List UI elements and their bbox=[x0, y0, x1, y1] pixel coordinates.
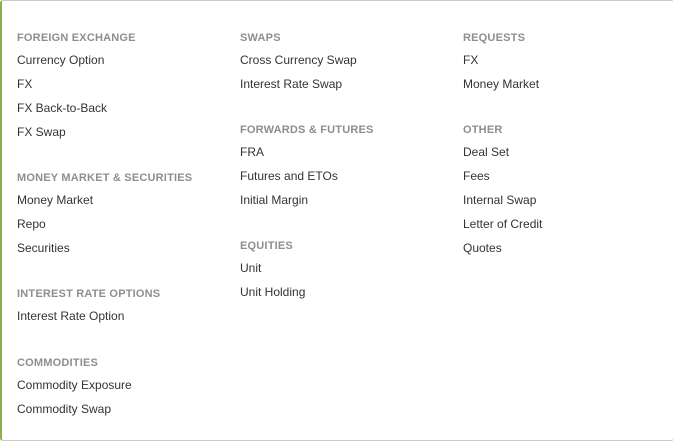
section-heading-commodities: COMMODITIES bbox=[17, 357, 99, 369]
section-heading-other: OTHER bbox=[463, 124, 503, 136]
menu-item-futures-and-etos[interactable]: Futures and ETOs bbox=[240, 169, 374, 183]
menu-item-cross-currency-swap[interactable]: Cross Currency Swap bbox=[240, 53, 357, 67]
menu-item-commodity-exposure[interactable]: Commodity Exposure bbox=[17, 378, 132, 392]
menu-item-initial-margin[interactable]: Initial Margin bbox=[240, 193, 374, 207]
section-requests: REQUESTS FX Money Market bbox=[463, 31, 539, 91]
menu-item-fx[interactable]: FX bbox=[17, 77, 136, 91]
menu-item-unit[interactable]: Unit bbox=[240, 261, 305, 275]
section-money-market-securities: MONEY MARKET & SECURITIES Money Market R… bbox=[17, 171, 192, 255]
menu-item-internal-swap[interactable]: Internal Swap bbox=[463, 193, 542, 207]
section-heading-requests: REQUESTS bbox=[463, 32, 526, 44]
menu-item-fx-back-to-back[interactable]: FX Back-to-Back bbox=[17, 101, 136, 115]
menu-item-deal-set[interactable]: Deal Set bbox=[463, 145, 542, 159]
section-interest-rate-options: INTEREST RATE OPTIONS Interest Rate Opti… bbox=[17, 287, 160, 323]
menu-item-securities[interactable]: Securities bbox=[17, 241, 192, 255]
menu-item-fees[interactable]: Fees bbox=[463, 169, 542, 183]
menu-item-commodity-swap[interactable]: Commodity Swap bbox=[17, 402, 132, 416]
menu-item-currency-option[interactable]: Currency Option bbox=[17, 53, 136, 67]
menu-item-fra[interactable]: FRA bbox=[240, 145, 374, 159]
section-commodities: COMMODITIES Commodity Exposure Commodity… bbox=[17, 356, 132, 416]
menu-item-money-market[interactable]: Money Market bbox=[17, 193, 192, 207]
section-foreign-exchange: FOREIGN EXCHANGE Currency Option FX FX B… bbox=[17, 31, 136, 139]
menu-item-repo[interactable]: Repo bbox=[17, 217, 192, 231]
menu-item-interest-rate-option[interactable]: Interest Rate Option bbox=[17, 309, 160, 323]
menu-item-fx-swap[interactable]: FX Swap bbox=[17, 125, 136, 139]
menu-item-interest-rate-swap[interactable]: Interest Rate Swap bbox=[240, 77, 357, 91]
section-heading-equities: EQUITIES bbox=[240, 240, 293, 252]
section-heading-money-market-securities: MONEY MARKET & SECURITIES bbox=[17, 172, 193, 184]
section-forwards-futures: FORWARDS & FUTURES FRA Futures and ETOs … bbox=[240, 123, 374, 207]
section-heading-forwards-futures: FORWARDS & FUTURES bbox=[240, 124, 374, 136]
section-heading-interest-rate-options: INTEREST RATE OPTIONS bbox=[17, 288, 161, 300]
section-heading-foreign-exchange: FOREIGN EXCHANGE bbox=[17, 32, 136, 44]
section-swaps: SWAPS Cross Currency Swap Interest Rate … bbox=[240, 31, 357, 91]
menu-item-request-money-market[interactable]: Money Market bbox=[463, 77, 539, 91]
menu-item-request-fx[interactable]: FX bbox=[463, 53, 539, 67]
section-heading-swaps: SWAPS bbox=[240, 32, 281, 44]
menu-item-letter-of-credit[interactable]: Letter of Credit bbox=[463, 217, 542, 231]
section-equities: EQUITIES Unit Unit Holding bbox=[240, 239, 305, 299]
menu-item-unit-holding[interactable]: Unit Holding bbox=[240, 285, 305, 299]
menu-item-quotes[interactable]: Quotes bbox=[463, 241, 542, 255]
trade-type-menu-panel: FOREIGN EXCHANGE Currency Option FX FX B… bbox=[0, 0, 673, 441]
section-other: OTHER Deal Set Fees Internal Swap Letter… bbox=[463, 123, 542, 255]
